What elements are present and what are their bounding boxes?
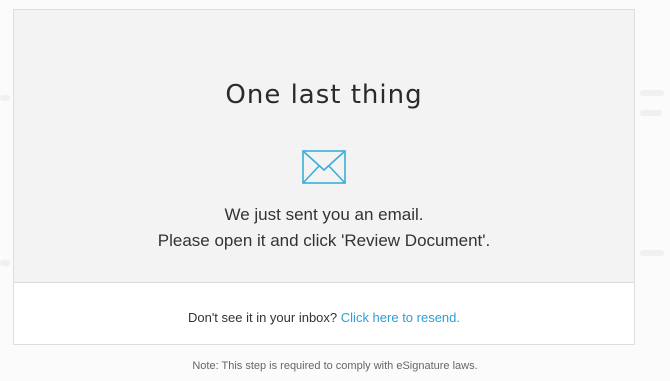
compliance-note: Note: This step is required to comply wi… bbox=[192, 360, 478, 372]
resend-link[interactable]: Click here to resend. bbox=[341, 310, 460, 325]
dialog-main-panel: One last thing We just sent you an email… bbox=[14, 10, 634, 283]
resend-prompt: Don't see it in your inbox? bbox=[187, 310, 338, 325]
background-text-line bbox=[640, 250, 664, 256]
background-text-line bbox=[0, 260, 10, 266]
background-text-line bbox=[640, 90, 664, 96]
background-text-line bbox=[640, 110, 662, 116]
message-line-1: We just sent you an email. bbox=[224, 205, 424, 224]
email-confirmation-dialog: One last thing We just sent you an email… bbox=[13, 9, 635, 345]
background-text-line bbox=[0, 95, 10, 101]
envelope-icon bbox=[302, 150, 346, 184]
dialog-title: One last thing bbox=[225, 80, 423, 110]
resend-row: Don't see it in your inbox? Click here t… bbox=[14, 310, 634, 325]
message-line-2: Please open it and click 'Review Documen… bbox=[157, 231, 491, 250]
